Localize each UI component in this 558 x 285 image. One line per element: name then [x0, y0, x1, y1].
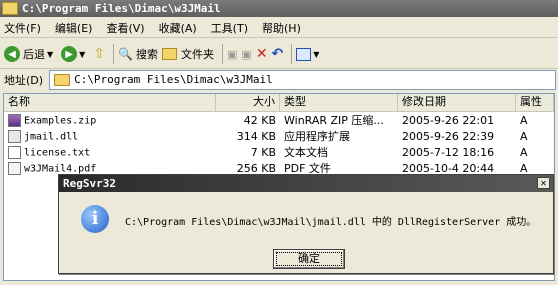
- forward-button[interactable]: ▶ ▼: [61, 46, 89, 62]
- file-modified: 2005-9-26 22:01: [402, 113, 495, 127]
- table-row[interactable]: license.txt 7 KB 文本文档 2005-7-12 18:16 A: [4, 144, 554, 160]
- delete-icon: ✕: [255, 46, 268, 62]
- folder-icon: [54, 73, 71, 86]
- toolbar-divider: [291, 44, 293, 64]
- menu-tools[interactable]: 工具(T): [211, 20, 248, 36]
- address-value: C:\Program Files\Dimac\w3JMail: [74, 73, 273, 86]
- undo-button[interactable]: ↶: [272, 46, 284, 62]
- file-attr: A: [520, 129, 528, 143]
- copy-to-icon: ▣: [241, 47, 252, 61]
- delete-button[interactable]: ✕: [256, 46, 268, 62]
- dialog-titlebar: RegSvr32 ✕: [59, 175, 553, 192]
- file-modified: 2005-10-4 20:44: [402, 161, 495, 175]
- search-label: 搜索: [136, 48, 158, 61]
- address-label: 地址(D): [4, 73, 44, 87]
- column-headers: 名称 大小 类型 修改日期 属性: [4, 94, 554, 112]
- dll-file-icon: [8, 129, 21, 143]
- dialog-title: RegSvr32: [63, 177, 116, 190]
- file-attr: A: [520, 113, 528, 127]
- folders-button[interactable]: 文件夹: [162, 46, 214, 62]
- folder-icon: [2, 2, 18, 15]
- file-size: 256 KB: [236, 161, 276, 175]
- toolbar-divider: [222, 44, 223, 64]
- copy-to-button[interactable]: ▣: [241, 48, 251, 61]
- file-modified: 2005-9-26 22:39: [402, 129, 495, 143]
- views-icon: [296, 47, 312, 61]
- column-attr[interactable]: 属性: [516, 94, 554, 111]
- up-folder-icon: ⇧: [93, 46, 106, 62]
- chevron-down-icon[interactable]: ▼: [313, 50, 319, 59]
- column-size[interactable]: 大小: [216, 94, 280, 111]
- pdf-file-icon: [8, 161, 21, 175]
- chevron-down-icon[interactable]: ▼: [79, 50, 85, 59]
- back-label: 后退: [23, 48, 45, 61]
- zip-file-icon: [8, 113, 21, 127]
- search-icon: 🔍: [118, 47, 133, 61]
- menu-bar: 文件(F) 编辑(E) 查看(V) 收藏(A) 工具(T) 帮助(H): [0, 18, 558, 38]
- file-name: license.txt: [24, 147, 91, 158]
- search-button[interactable]: 🔍 搜索: [118, 46, 158, 62]
- ok-button[interactable]: 确定: [273, 249, 345, 269]
- folders-label: 文件夹: [181, 48, 214, 61]
- forward-arrow-icon: ▶: [61, 46, 78, 62]
- views-button[interactable]: ▼: [296, 47, 323, 61]
- file-name: Examples.zip: [24, 115, 97, 126]
- dialog-message: C:\Program Files\Dimac\w3JMail\jmail.dll…: [125, 217, 537, 228]
- column-modified[interactable]: 修改日期: [398, 94, 516, 111]
- table-row[interactable]: Examples.zip 42 KB WinRAR ZIP 压缩... 2005…: [4, 112, 554, 128]
- file-size: 42 KB: [243, 113, 276, 127]
- file-name: w3JMail4.pdf: [24, 163, 97, 174]
- move-to-icon: ▣: [227, 47, 238, 61]
- file-type: WinRAR ZIP 压缩...: [284, 114, 384, 127]
- folders-icon: [162, 48, 177, 60]
- file-attr: A: [520, 145, 528, 159]
- address-input[interactable]: C:\Program Files\Dimac\w3JMail: [49, 69, 556, 90]
- back-button[interactable]: ◀ 后退 ▼: [4, 46, 57, 62]
- chevron-down-icon[interactable]: ▼: [47, 50, 53, 59]
- text-file-icon: [8, 145, 21, 159]
- regsvr32-dialog: RegSvr32 ✕ i C:\Program Files\Dimac\w3JM…: [58, 174, 554, 274]
- column-name[interactable]: 名称: [4, 94, 216, 111]
- table-row[interactable]: jmail.dll 314 KB 应用程序扩展 2005-9-26 22:39 …: [4, 128, 554, 144]
- window-titlebar: C:\Program Files\Dimac\w3JMail: [0, 0, 558, 17]
- move-to-button[interactable]: ▣: [227, 48, 237, 61]
- toolbar: ◀ 后退 ▼ ▶ ▼ ⇧ 🔍 搜索 文件夹 ▣ ▣ ✕ ↶ ▼: [0, 40, 558, 68]
- up-folder-button[interactable]: ⇧: [93, 46, 105, 62]
- file-size: 314 KB: [236, 129, 276, 143]
- window-title: C:\Program Files\Dimac\w3JMail: [22, 2, 221, 15]
- toolbar-divider: [113, 44, 115, 64]
- menu-help[interactable]: 帮助(H): [262, 20, 301, 36]
- menu-edit[interactable]: 编辑(E): [55, 20, 93, 36]
- menu-favorites[interactable]: 收藏(A): [159, 20, 197, 36]
- menu-view[interactable]: 查看(V): [106, 20, 144, 36]
- file-type: 应用程序扩展: [284, 130, 350, 143]
- file-attr: A: [520, 161, 528, 175]
- info-icon: i: [81, 205, 109, 233]
- undo-icon: ↶: [271, 46, 284, 62]
- column-type[interactable]: 类型: [280, 94, 398, 111]
- file-modified: 2005-7-12 18:16: [402, 145, 495, 159]
- file-name: jmail.dll: [24, 131, 79, 142]
- close-icon[interactable]: ✕: [537, 177, 550, 189]
- file-size: 7 KB: [250, 145, 276, 159]
- file-type: 文本文档: [284, 146, 328, 159]
- address-bar: 地址(D) C:\Program Files\Dimac\w3JMail: [0, 68, 558, 90]
- menu-file[interactable]: 文件(F): [4, 20, 41, 36]
- back-arrow-icon: ◀: [4, 46, 20, 62]
